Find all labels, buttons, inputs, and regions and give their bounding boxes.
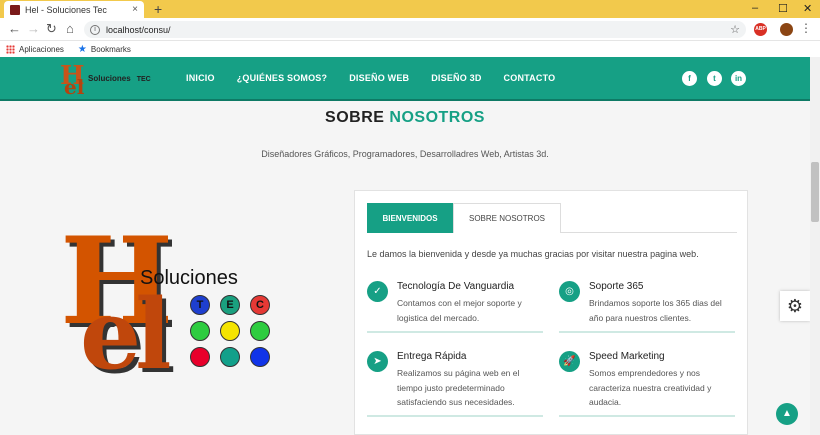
logo-dot (220, 347, 240, 367)
maximize-button[interactable]: ☐ (778, 2, 788, 15)
bookmark-star-icon[interactable]: ☆ (730, 23, 740, 36)
feature-desc: Realizamos su página web en el tiempo ju… (397, 368, 520, 407)
feature-desc: Somos emprendedores y nos caracteriza nu… (589, 368, 712, 407)
support-icon: ◎ (559, 281, 580, 302)
browser-tab[interactable]: Hel - Soluciones Tec × (4, 1, 144, 18)
big-logo-soluciones: Soluciones (140, 267, 238, 289)
address-bar[interactable]: i localhost/consu/ ☆ (84, 21, 746, 38)
apps-grid-icon (6, 44, 15, 54)
minimize-button[interactable]: – (752, 2, 758, 14)
scroll-to-top-button[interactable]: ▲ (776, 403, 798, 425)
menu-item-diseno-web[interactable]: DISEÑO WEB (349, 73, 409, 83)
reload-icon[interactable]: ↻ (46, 21, 57, 37)
check-icon: ✓ (367, 281, 388, 302)
bookmark-apps-label: Aplicaciones (19, 44, 64, 54)
browser-toolbar: ← → ↻ ⌂ i localhost/consu/ ☆ ABP ⋮ (0, 18, 820, 41)
menu-item-inicio[interactable]: INICIO (186, 73, 215, 83)
about-tabs: BIENVENIDOS SOBRE NOSOTROS (367, 203, 737, 233)
feature-desc: Contamos con el mejor soporte y logistic… (397, 298, 522, 323)
info-icon[interactable]: i (90, 24, 100, 35)
logo-dot (250, 321, 270, 341)
logo-dot-t: T (190, 295, 210, 315)
facebook-icon[interactable]: f (682, 71, 697, 86)
bookmarks-bar: Aplicaciones ★ Bookmarks (0, 41, 820, 57)
page-viewport: H el Soluciones TEC INICIO ¿QUIÉNES SOMOS… (0, 57, 810, 435)
welcome-text: Le damos la bienvenida y desde ya muchas… (367, 249, 699, 259)
company-logo-large: H el Soluciones T E C (60, 222, 280, 397)
site-logo[interactable]: H el Soluciones TEC (60, 63, 160, 99)
paper-plane-icon: ➤ (367, 351, 388, 372)
twitter-icon[interactable]: t (707, 71, 722, 86)
profile-avatar[interactable] (780, 23, 793, 36)
logo-dot (250, 347, 270, 367)
bookmark-bookmarks[interactable]: ★ Bookmarks (78, 44, 131, 55)
bookmark-bookmarks-label: Bookmarks (90, 44, 131, 54)
bookmark-star-icon: ★ (77, 43, 87, 55)
bookmark-apps[interactable]: Aplicaciones (6, 44, 64, 54)
url-text: localhost/consu/ (106, 24, 171, 35)
tab-close-icon[interactable]: × (132, 4, 138, 15)
feature-title: Speed Marketing (589, 351, 665, 362)
feature-tecnologia: ✓ Tecnología De Vanguardia Contamos con … (367, 281, 543, 333)
feature-desc: Brindamos soporte los 365 dias del año p… (589, 298, 722, 323)
tab-title: Hel - Soluciones Tec (25, 4, 107, 15)
feature-soporte: ◎ Soporte 365 Brindamos soporte los 365 … (559, 281, 735, 333)
site-navbar: H el Soluciones TEC INICIO ¿QUIÉNES SOMOS… (0, 57, 810, 101)
tab-sobre-nosotros[interactable]: SOBRE NOSOTROS (453, 203, 561, 233)
main-menu: INICIO ¿QUIÉNES SOMOS? DISEÑO WEB DISEÑO… (186, 73, 555, 83)
rocket-icon: 🚀 (559, 351, 580, 372)
page-scrollbar[interactable] (810, 57, 820, 435)
section-subtitle: Diseñadores Gráficos, Programadores, Des… (261, 149, 549, 159)
new-tab-button[interactable]: + (154, 1, 162, 17)
close-window-button[interactable]: ✕ (803, 2, 812, 15)
logo-dot (190, 347, 210, 367)
feature-title: Entrega Rápida (397, 351, 467, 362)
logo-dot-e: E (220, 295, 240, 315)
logo-dot (220, 321, 240, 341)
menu-icon[interactable]: ⋮ (800, 21, 812, 35)
linkedin-icon[interactable]: in (731, 71, 746, 86)
browser-tab-bar: Hel - Soluciones Tec × + – ☐ ✕ (0, 0, 820, 18)
forward-icon[interactable]: → (27, 21, 40, 36)
logo-el: el (64, 75, 85, 99)
feature-title: Soporte 365 (589, 281, 644, 292)
settings-gear-icon[interactable]: ⚙ (780, 291, 810, 321)
site-favicon-icon (10, 4, 20, 15)
home-icon[interactable]: ⌂ (66, 21, 74, 36)
feature-marketing: 🚀 Speed Marketing Somos emprendedores y … (559, 351, 735, 417)
tab-bienvenidos[interactable]: BIENVENIDOS (367, 203, 453, 233)
big-logo-el: el (80, 278, 172, 391)
section-title: SOBRE NOSOTROS (325, 109, 485, 126)
scrollbar-thumb[interactable] (811, 162, 819, 222)
menu-item-contacto[interactable]: CONTACTO (504, 73, 556, 83)
menu-item-diseno-3d[interactable]: DISEÑO 3D (431, 73, 481, 83)
menu-item-quienes-somos[interactable]: ¿QUIÉNES SOMOS? (237, 73, 328, 83)
logo-dot-c: C (250, 295, 270, 315)
back-icon[interactable]: ← (8, 21, 21, 36)
about-card: BIENVENIDOS SOBRE NOSOTROS Le damos la b… (354, 190, 748, 435)
adblock-icon[interactable]: ABP (754, 23, 767, 36)
logo-dot (190, 321, 210, 341)
feature-entrega: ➤ Entrega Rápida Realizamos su página we… (367, 351, 543, 417)
logo-text: Soluciones TEC (88, 74, 151, 83)
feature-title: Tecnología De Vanguardia (397, 281, 515, 292)
